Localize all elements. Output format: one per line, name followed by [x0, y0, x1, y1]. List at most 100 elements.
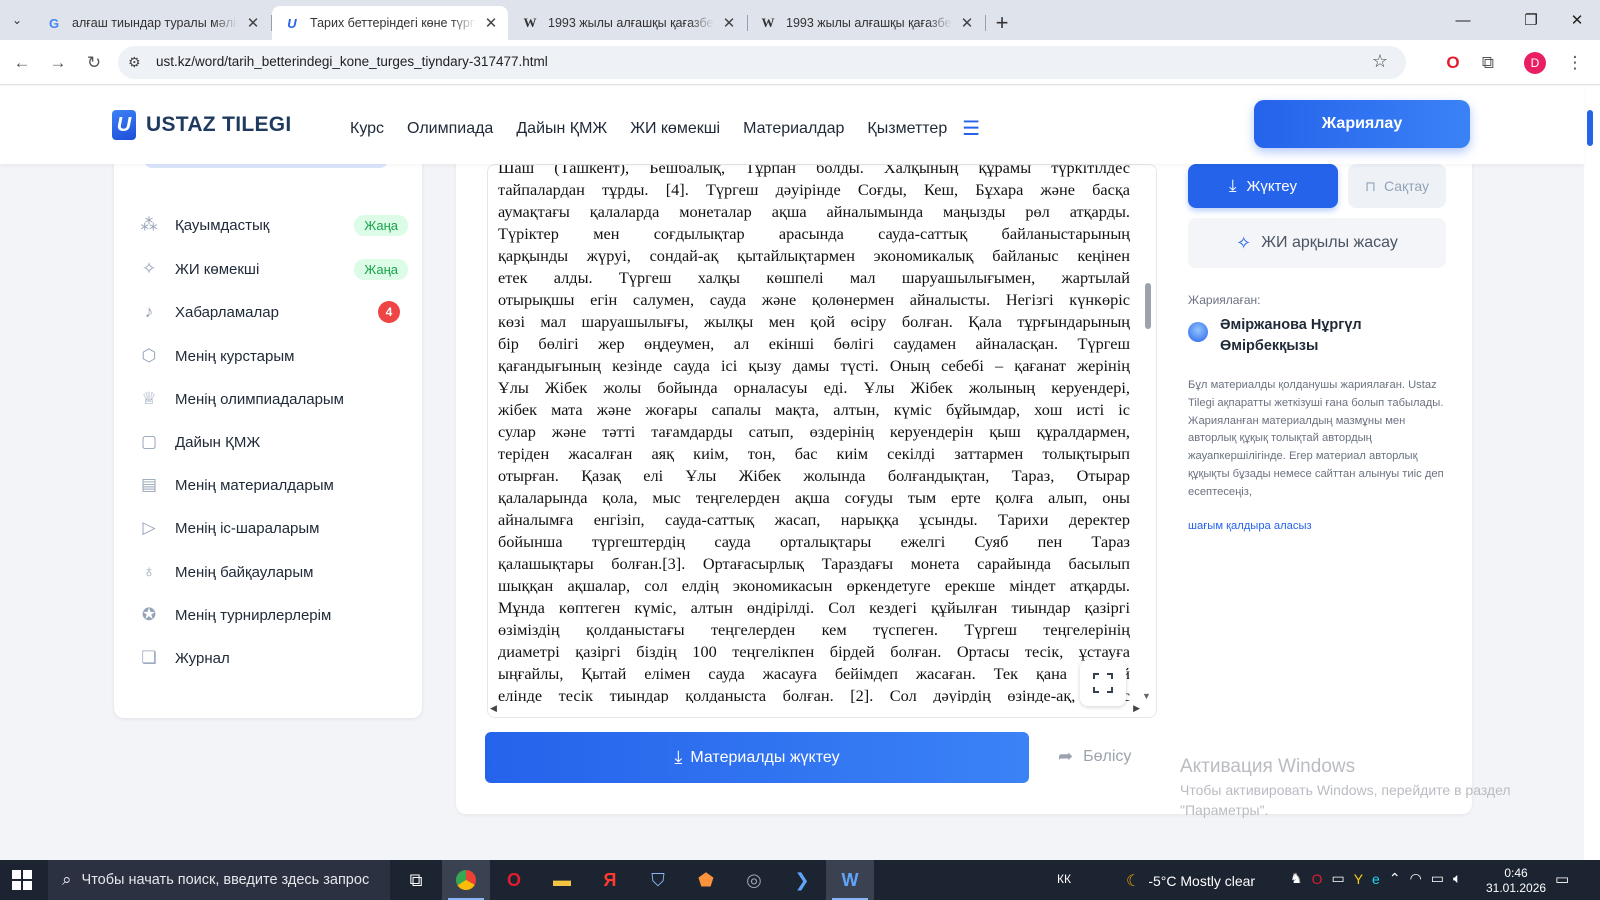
word-icon[interactable]: W [826, 860, 874, 900]
task-view-icon[interactable]: ⧉ [392, 860, 440, 900]
address-bar[interactable]: ⚙ ust.kz/word/tarih_betterindegi_kone_tu… [118, 46, 1406, 79]
page-scrollbar-thumb[interactable] [1587, 110, 1593, 146]
sidebar-item-my-materials[interactable]: ▤ Менің материалдарым [138, 470, 408, 500]
sidebar-item-label: Менің материалдарым [175, 476, 334, 494]
scroll-down-arrow-icon[interactable]: ▼ [1142, 691, 1151, 701]
author-name[interactable]: Әміржанова Нұргүл Өмірбекқызы [1220, 315, 1430, 357]
document-scroll-thumb[interactable] [1145, 283, 1151, 329]
document-vertical-scrollbar[interactable]: ▼ [1140, 165, 1156, 705]
document-preview[interactable]: Шаш (Ташкент), Бешбалық, Тұрпан болды. Х… [487, 164, 1157, 718]
share-button[interactable]: ➦ Бөлісу [1058, 746, 1131, 767]
minimize-window-button[interactable]: — [1440, 0, 1486, 40]
publish-button[interactable]: Жариялау [1254, 100, 1470, 148]
extensions-icon[interactable]: ⧉ [1475, 50, 1501, 76]
tray-opera-icon[interactable]: O [1312, 871, 1323, 887]
sidebar-item-my-events[interactable]: ▷ Менің іс-шараларым [138, 513, 408, 543]
wikipedia-favicon-icon: W [523, 15, 537, 30]
tray-display-icon[interactable]: ▭ [1331, 870, 1344, 887]
complaint-link[interactable]: шағым қалдыра аласыз [1188, 520, 1312, 532]
browser-tab-2[interactable]: U Тарих беттеріндегі көне түргеш ✕ [272, 6, 508, 40]
sidebar-item-ready-kmzh[interactable]: ▢ Дайын ҚМЖ [138, 427, 408, 457]
restore-window-button[interactable]: ❐ [1508, 0, 1554, 40]
sidebar-item-my-contests[interactable]: ♁ Менің байқауларым [138, 557, 408, 587]
browser-tab-4[interactable]: W 1993 жылы алғашқы қағазбен ✕ [748, 6, 986, 40]
powershell-icon[interactable]: ❯ [778, 860, 826, 900]
taskbar-search-box[interactable]: ⌕ Чтобы начать поиск, введите здесь запр… [48, 860, 390, 900]
tray-edge-icon[interactable]: e [1372, 871, 1380, 887]
nav-item-ready-kmzh[interactable]: Дайын ҚМЖ [516, 120, 607, 138]
opera-extension-icon[interactable]: O [1440, 50, 1466, 76]
sidebar-item-my-tournaments[interactable]: ✪ Менің турнирлерлерім [138, 600, 408, 630]
brave-icon[interactable]: ⬟ [682, 860, 730, 900]
profile-avatar[interactable]: D [1522, 50, 1548, 76]
weather-widget[interactable]: ☾ -5°C Mostly clear [1126, 871, 1255, 891]
scroll-left-arrow-icon[interactable]: ◀ [490, 703, 497, 714]
bookmark-star-icon[interactable]: ☆ [1372, 51, 1388, 72]
author-avatar[interactable] [1188, 322, 1208, 342]
materials-icon: ▤ [140, 475, 158, 494]
browser-tab-3[interactable]: W 1993 жылы алғашқы қағазбен ✕ [510, 6, 748, 40]
close-tab-icon[interactable]: ✕ [482, 14, 500, 32]
windows-start-icon[interactable] [12, 870, 32, 890]
bell-icon: ♪ [144, 302, 154, 321]
back-button[interactable]: ← [9, 50, 35, 76]
shield-app-icon[interactable]: ⛉ [634, 860, 682, 900]
nav-item-course[interactable]: Курс [350, 120, 384, 138]
create-with-ai-button[interactable]: ✧ ЖИ арқылы жасау [1188, 218, 1446, 268]
nav-item-materials[interactable]: Материалдар [743, 120, 844, 138]
reload-button[interactable]: ↻ [81, 50, 107, 76]
volume-icon[interactable]: 🔈︎ [1453, 870, 1461, 887]
file-explorer-icon[interactable]: ▬ [538, 860, 586, 900]
tab-search-button[interactable]: ⌄ [0, 0, 34, 40]
close-tab-icon[interactable]: ✕ [720, 14, 738, 32]
document-line: қалаларында қола, мыс теңгелерден ақша с… [498, 488, 1130, 507]
fullscreen-button[interactable] [1080, 660, 1126, 706]
sidebar-item-notifications[interactable]: ♪ Хабарламалар 4 [138, 297, 408, 327]
new-badge: Жаңа [354, 258, 408, 280]
nav-item-ai-helper[interactable]: ЖИ көмекші [630, 120, 720, 138]
wifi-icon[interactable]: ◠ [1410, 870, 1422, 887]
site-info-icon[interactable]: ⚙ [128, 54, 141, 71]
scroll-right-arrow-icon[interactable]: ▶ [1133, 703, 1140, 714]
site-logo[interactable]: U USTAZ TILEGI [112, 110, 292, 140]
nav-item-olympiad[interactable]: Олимпиада [407, 120, 493, 138]
forward-button[interactable]: → [45, 50, 71, 76]
sidebar-item-journal[interactable]: ❏ Журнал [138, 643, 408, 673]
browser-tab-1[interactable]: G алғаш тиындар туралы мәлім ✕ [34, 6, 272, 40]
share-label: Бөлісу [1083, 747, 1132, 765]
tray-app-icon[interactable]: ♞ [1290, 870, 1303, 887]
opera-icon[interactable]: O [490, 860, 538, 900]
main-nav: Курс Олимпиада Дайын ҚМЖ ЖИ көмекші Мате… [350, 116, 1003, 141]
keyboard-language[interactable]: КК [1057, 872, 1071, 886]
close-window-button[interactable]: ✕ [1554, 0, 1600, 40]
document-line: етек алды. Түргеш халқы көшпелі мал шару… [498, 268, 1130, 287]
sidebar-item-my-olympiads[interactable]: ♕ Менің олимпиадаларым [138, 384, 408, 414]
new-tab-button[interactable]: + [986, 6, 1018, 40]
page-scrollbar[interactable] [1584, 86, 1600, 860]
tray-chevron-icon[interactable]: ⌃ [1389, 870, 1401, 887]
menu-hamburger-icon[interactable]: ☰ [962, 116, 980, 141]
yandex-browser-icon[interactable]: Я [586, 860, 634, 900]
browser-menu-icon[interactable]: ⋮ [1562, 50, 1588, 76]
download-material-button[interactable]: ⤓ Материалды жүктеу [485, 732, 1029, 783]
logo-mark-icon: U [112, 110, 136, 140]
battery-icon[interactable]: ▭ [1431, 870, 1444, 887]
sidebar-item-my-courses[interactable]: ⬡ Менің курстарым [138, 341, 408, 371]
chrome-icon[interactable] [442, 860, 490, 900]
close-tab-icon[interactable]: ✕ [244, 14, 262, 32]
sidebar-item-community[interactable]: ⁂ Қауымдастық Жаңа [138, 210, 408, 240]
sidebar-item-ai-helper[interactable]: ✧ ЖИ көмекші Жаңа [138, 254, 408, 284]
search-placeholder: Чтобы начать поиск, введите здесь запрос [81, 872, 370, 888]
tray-yandex-icon[interactable]: Y [1354, 871, 1363, 887]
taskbar-clock[interactable]: 0:46 31.01.2026 [1486, 866, 1546, 896]
save-button[interactable]: ⊓ Сақтау [1348, 164, 1446, 208]
download-button[interactable]: ⤓ Жүктеу [1188, 164, 1338, 208]
sparkle-icon: ✧ [141, 259, 157, 278]
notifications-icon[interactable]: ▭ [1555, 870, 1569, 888]
document-line: өзіміздің қолданыстағы теңгелерден кем т… [498, 620, 1130, 639]
close-tab-icon[interactable]: ✕ [958, 14, 976, 32]
url-text[interactable]: ust.kz/word/tarih_betterindegi_kone_turg… [156, 54, 548, 69]
nav-item-services[interactable]: Қызметтер [867, 120, 947, 138]
app-circle-icon[interactable]: ◎ [730, 860, 778, 900]
document-horizontal-scrollbar[interactable]: ◀ ▶ [488, 703, 1142, 717]
